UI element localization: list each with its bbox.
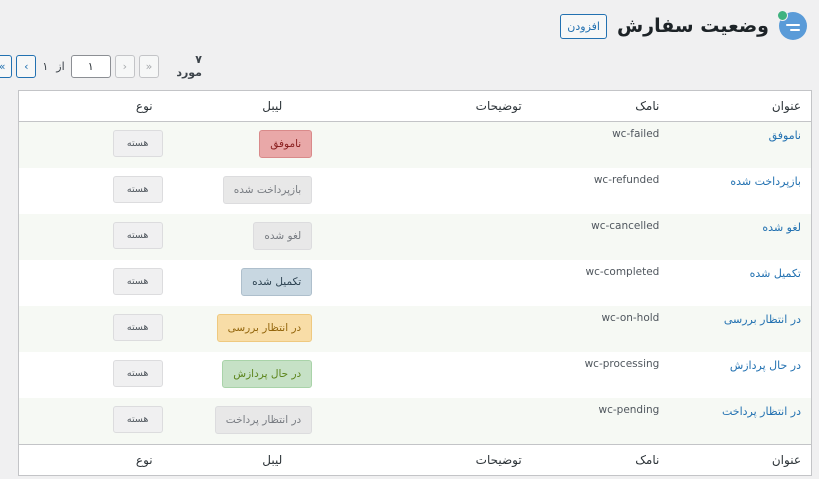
row-slug: wc-refunded	[593, 174, 660, 186]
page-title: وضعیت سفارش	[616, 15, 769, 37]
table-header: عنوان نامک توضیحات لیبل نوع	[19, 91, 811, 122]
core-type-badge: هسته	[112, 314, 163, 341]
row-description	[312, 398, 531, 444]
prev-page-button[interactable]: ‹	[114, 54, 135, 78]
row-type-cell: هسته	[19, 168, 163, 214]
row-slug: wc-cancelled	[591, 220, 660, 232]
core-type-badge: هسته	[112, 130, 163, 157]
status-badge: ناموفق	[259, 130, 313, 158]
footer-column-type: نوع	[135, 453, 153, 467]
row-type-cell: هسته	[19, 260, 163, 306]
row-description	[312, 306, 531, 352]
row-type-cell: هسته	[19, 306, 163, 352]
row-label-cell: بازپرداخت شده	[163, 168, 313, 214]
row-title-link[interactable]: در انتظار بررسی	[671, 306, 811, 352]
column-description: توضیحات	[475, 99, 522, 113]
add-button[interactable]: افزودن	[560, 13, 607, 39]
column-title[interactable]: عنوان	[671, 91, 811, 121]
status-badge: تکمیل شده	[241, 268, 313, 296]
table-body: ناموفق wc-failed ناموفق هسته بازپرداخت شده wc…	[19, 122, 811, 444]
footer-column-description: توضیحات	[475, 453, 522, 467]
table-row: در انتظار بررسی wc-on-hold در انتظار بررسی…	[19, 306, 811, 352]
status-badge: بازپرداخت شده	[222, 176, 313, 204]
row-description	[312, 214, 531, 260]
row-slug: wc-completed	[585, 266, 660, 278]
notification-dot	[777, 10, 788, 21]
column-type: نوع	[135, 99, 153, 113]
row-slug: wc-processing	[584, 358, 660, 370]
status-badge: در حال پردازش	[222, 360, 313, 388]
core-type-badge: هسته	[112, 268, 163, 295]
pagination: ۷ مورد « ‹ از ۱ › »	[0, 53, 202, 79]
row-title-link[interactable]: تکمیل شده	[671, 260, 811, 306]
table-row: در حال پردازش wc-processing در حال پردازش ه…	[19, 352, 811, 398]
chat-bubble-icon	[777, 10, 807, 40]
status-badge: در انتظار بررسی	[216, 314, 313, 342]
row-description	[312, 122, 531, 168]
table-footer: عنوان نامک توضیحات لیبل نوع	[19, 444, 811, 475]
total-pages: ۱	[42, 59, 49, 73]
order-status-table: عنوان نامک توضیحات لیبل نوع ناموفق wc-fai…	[18, 90, 812, 476]
first-page-button[interactable]: «	[138, 54, 160, 78]
core-type-badge: هسته	[112, 406, 163, 433]
row-label-cell: در حال پردازش	[163, 352, 313, 398]
footer-column-slug[interactable]: نامک	[532, 445, 672, 475]
core-type-badge: هسته	[112, 360, 163, 387]
row-title-link[interactable]: لغو شده	[671, 214, 811, 260]
row-label-cell: تکمیل شده	[163, 260, 313, 306]
table-row: ناموفق wc-failed ناموفق هسته	[19, 122, 811, 168]
status-badge: در انتظار پرداخت	[214, 406, 313, 434]
row-slug: wc-on-hold	[601, 312, 660, 324]
core-type-badge: هسته	[112, 222, 163, 249]
table-row: بازپرداخت شده wc-refunded بازپرداخت شده هست…	[19, 168, 811, 214]
row-description	[312, 168, 531, 214]
row-title-link[interactable]: ناموفق	[671, 122, 811, 168]
table-row: تکمیل شده wc-completed تکمیل شده هسته	[19, 260, 811, 306]
row-type-cell: هسته	[19, 214, 163, 260]
row-label-cell: ناموفق	[163, 122, 313, 168]
row-label-cell: در انتظار پرداخت	[163, 398, 313, 444]
status-badge: لغو شده	[253, 222, 313, 250]
next-page-button[interactable]: ›	[16, 54, 37, 78]
row-description	[312, 352, 531, 398]
row-slug: wc-failed	[612, 128, 660, 140]
table-row: در انتظار پرداخت wc-pending در انتظار پردا…	[19, 398, 811, 444]
page-header: وضعیت سفارش افزودن	[12, 8, 807, 44]
column-label: لیبل	[262, 99, 283, 113]
row-type-cell: هسته	[19, 398, 163, 444]
footer-column-label: لیبل	[262, 453, 283, 467]
row-description	[312, 260, 531, 306]
footer-column-title[interactable]: عنوان	[671, 445, 811, 475]
row-type-cell: هسته	[19, 352, 163, 398]
core-type-badge: هسته	[112, 176, 163, 203]
current-page-input[interactable]	[70, 54, 111, 78]
row-label-cell: در انتظار بررسی	[163, 306, 313, 352]
row-type-cell: هسته	[19, 122, 163, 168]
last-page-button[interactable]: »	[0, 54, 13, 78]
items-count: ۷ مورد	[176, 53, 202, 79]
row-title-link[interactable]: بازپرداخت شده	[671, 168, 811, 214]
row-label-cell: لغو شده	[163, 214, 313, 260]
row-title-link[interactable]: در انتظار پرداخت	[671, 398, 811, 444]
row-slug: wc-pending	[598, 404, 660, 416]
of-label: از	[56, 59, 65, 73]
row-title-link[interactable]: در حال پردازش	[671, 352, 811, 398]
table-row: لغو شده wc-cancelled لغو شده هسته	[19, 214, 811, 260]
column-slug[interactable]: نامک	[532, 91, 672, 121]
